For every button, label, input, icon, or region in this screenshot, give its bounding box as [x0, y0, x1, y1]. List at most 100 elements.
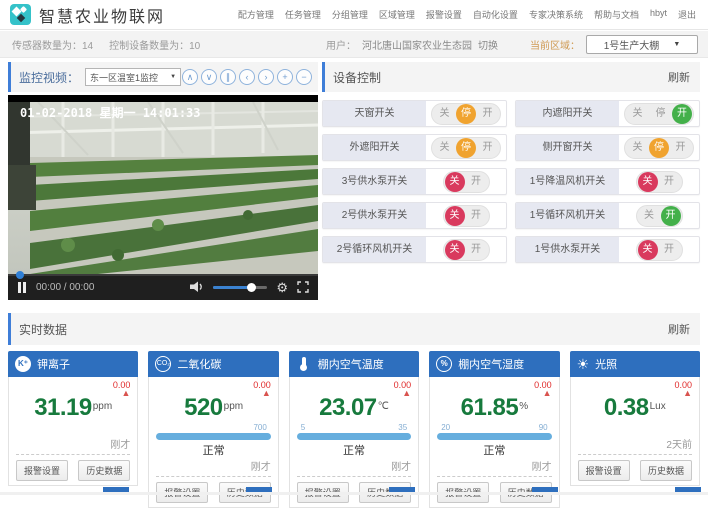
switch-option-开[interactable]: 开 — [672, 104, 692, 124]
nav-item-7[interactable]: 专家决策系统 — [529, 8, 583, 21]
device-label: 外遮阳开关 — [323, 135, 426, 160]
device-panel-title: 设备控制 — [333, 69, 381, 86]
range-bar — [297, 433, 411, 440]
volume-icon[interactable] — [190, 281, 204, 293]
history-data-button[interactable]: 历史数据 — [78, 460, 130, 481]
device-switch-2[interactable]: 关停开 — [624, 103, 694, 125]
region-select[interactable]: 1号生产大棚 ▼ — [586, 35, 698, 54]
device-row-5: 3号供水泵开关关开 — [322, 168, 507, 195]
device-switch-10[interactable]: 关开 — [636, 239, 683, 261]
volume-knob[interactable] — [247, 283, 256, 292]
alarm-settings-button[interactable]: 报警设置 — [16, 460, 68, 481]
nav-item-3[interactable]: 分组管理 — [332, 8, 368, 21]
sensor-card-5: ☀光照0.00▲0.38Lux2天前报警设置历史数据 — [570, 351, 700, 486]
sensor-card-header: K⁺钾离子 — [8, 351, 138, 377]
device-switch-9[interactable]: 关开 — [443, 239, 490, 261]
device-switch-6[interactable]: 关开 — [636, 171, 683, 193]
switch-option-关[interactable]: 关 — [445, 240, 465, 260]
sensor-card-header: %棚内空气湿度 — [429, 351, 559, 377]
switch-option-开[interactable]: 开 — [465, 172, 488, 192]
device-switch-4[interactable]: 关停开 — [624, 137, 694, 159]
switch-option-关[interactable]: 关 — [638, 206, 661, 226]
device-switch-7[interactable]: 关开 — [443, 205, 490, 227]
sensor-value: 0.38 — [604, 394, 649, 421]
ptz-left-button[interactable]: ‹ — [239, 69, 255, 85]
realtime-panel-title: 实时数据 — [19, 321, 67, 338]
video-time: 00:00 / 00:00 — [36, 282, 94, 293]
camera-select[interactable]: 东一区温室1监控 ▼ — [85, 68, 181, 86]
video-progress-bar[interactable] — [8, 274, 318, 276]
device-label: 2号供水泵开关 — [323, 203, 426, 228]
realtime-refresh-link[interactable]: 刷新 — [668, 321, 690, 337]
video-player[interactable]: 01-02-2018 星期一 14:01:33 00:00 / 00:00 ⚙ — [8, 95, 318, 300]
switch-option-开[interactable]: 开 — [476, 104, 499, 124]
sensor-card-header: ☀光照 — [570, 351, 700, 377]
co2-icon: CO₂ — [155, 356, 171, 372]
ptz-up-button[interactable]: ∧ — [182, 69, 198, 85]
switch-option-开[interactable]: 开 — [476, 138, 499, 158]
device-row-3: 外遮阳开关关停开 — [322, 134, 507, 161]
nav-item-2[interactable]: 任务管理 — [285, 8, 321, 21]
sensor-value-row: 23.07℃ — [297, 394, 411, 422]
switch-option-停[interactable]: 停 — [649, 138, 669, 158]
ptz-pause-button[interactable]: ∥ — [220, 69, 236, 85]
pause-button[interactable] — [18, 282, 26, 293]
switch-option-开[interactable]: 开 — [669, 138, 692, 158]
zoom-out-button[interactable]: − — [296, 69, 312, 85]
switch-option-关[interactable]: 关 — [433, 138, 456, 158]
nav-item-6[interactable]: 自动化设置 — [473, 8, 518, 21]
settings-gear-icon[interactable]: ⚙ — [276, 281, 288, 294]
user-name: 河北唐山国家农业生态园 — [362, 37, 472, 52]
sensor-card-2: CO₂二氧化碳0.00▲520ppm700正常刚才报警设置历史数据 — [148, 351, 278, 486]
switch-option-停[interactable]: 停 — [456, 138, 476, 158]
camera-select-value: 东一区温室1监控 — [90, 71, 158, 84]
ptz-down-button[interactable]: ∨ — [201, 69, 217, 85]
zoom-in-button[interactable]: + — [277, 69, 293, 85]
switch-user-link[interactable]: 切换 — [478, 37, 498, 52]
nav-item-10[interactable]: 退出 — [678, 8, 696, 21]
volume-slider[interactable] — [213, 286, 267, 289]
device-label: 1号供水泵开关 — [516, 237, 619, 262]
switch-option-关[interactable]: 关 — [638, 172, 658, 192]
nav-item-5[interactable]: 报警设置 — [426, 8, 462, 21]
ptz-right-button[interactable]: › — [258, 69, 274, 85]
device-refresh-link[interactable]: 刷新 — [668, 69, 690, 85]
switch-option-关[interactable]: 关 — [626, 104, 649, 124]
alarm-settings-button[interactable]: 报警设置 — [578, 460, 630, 481]
history-data-button[interactable]: 历史数据 — [640, 460, 692, 481]
ptz-controls: ∧∨∥‹›+− — [182, 69, 312, 85]
sensor-updated-time: 刚才 — [297, 458, 411, 473]
nav-item-8[interactable]: 帮助与文档 — [594, 8, 639, 21]
switch-option-开[interactable]: 开 — [465, 206, 488, 226]
switch-option-关[interactable]: 关 — [626, 138, 649, 158]
fullscreen-icon[interactable] — [297, 281, 309, 293]
nav-item-9[interactable]: hbyt — [650, 8, 667, 21]
nav-item-4[interactable]: 区域管理 — [379, 8, 415, 21]
switch-option-开[interactable]: 开 — [465, 240, 488, 260]
range-max: 35 — [398, 423, 407, 432]
device-row-8: 1号循环风机开关关开 — [515, 202, 700, 229]
nav-item-1[interactable]: 配方管理 — [238, 8, 274, 21]
switch-option-开[interactable]: 开 — [661, 206, 681, 226]
switch-option-停[interactable]: 停 — [456, 104, 476, 124]
sensor-unit: % — [519, 401, 528, 412]
switch-option-关[interactable]: 关 — [638, 240, 658, 260]
switch-option-关[interactable]: 关 — [445, 172, 465, 192]
sensor-card-3: 棚内空气温度0.00▲23.07℃535正常刚才报警设置历史数据 — [289, 351, 419, 486]
switch-option-停[interactable]: 停 — [649, 104, 672, 124]
switch-option-关[interactable]: 关 — [433, 104, 456, 124]
sensor-range: 2090 — [437, 423, 551, 440]
device-switch-3[interactable]: 关停开 — [431, 137, 501, 159]
video-progress-handle[interactable] — [16, 271, 24, 279]
device-switch-8[interactable]: 关开 — [636, 205, 683, 227]
device-row-1: 天窗开关关停开 — [322, 100, 507, 127]
device-switch-1[interactable]: 关停开 — [431, 103, 501, 125]
switch-option-关[interactable]: 关 — [445, 206, 465, 226]
status-bar: 传感器数量为：14 控制设备数量为：10 用户： 河北唐山国家农业生态园 切换 … — [0, 31, 708, 58]
switch-option-开[interactable]: 开 — [658, 240, 681, 260]
sensor-count-label: 传感器数量为：14 — [12, 37, 93, 52]
device-row-7: 2号供水泵开关关开 — [322, 202, 507, 229]
device-switch-5[interactable]: 关开 — [443, 171, 490, 193]
switch-option-开[interactable]: 开 — [658, 172, 681, 192]
sensor-card-1: K⁺钾离子0.00▲31.19ppm刚才报警设置历史数据 — [8, 351, 138, 486]
